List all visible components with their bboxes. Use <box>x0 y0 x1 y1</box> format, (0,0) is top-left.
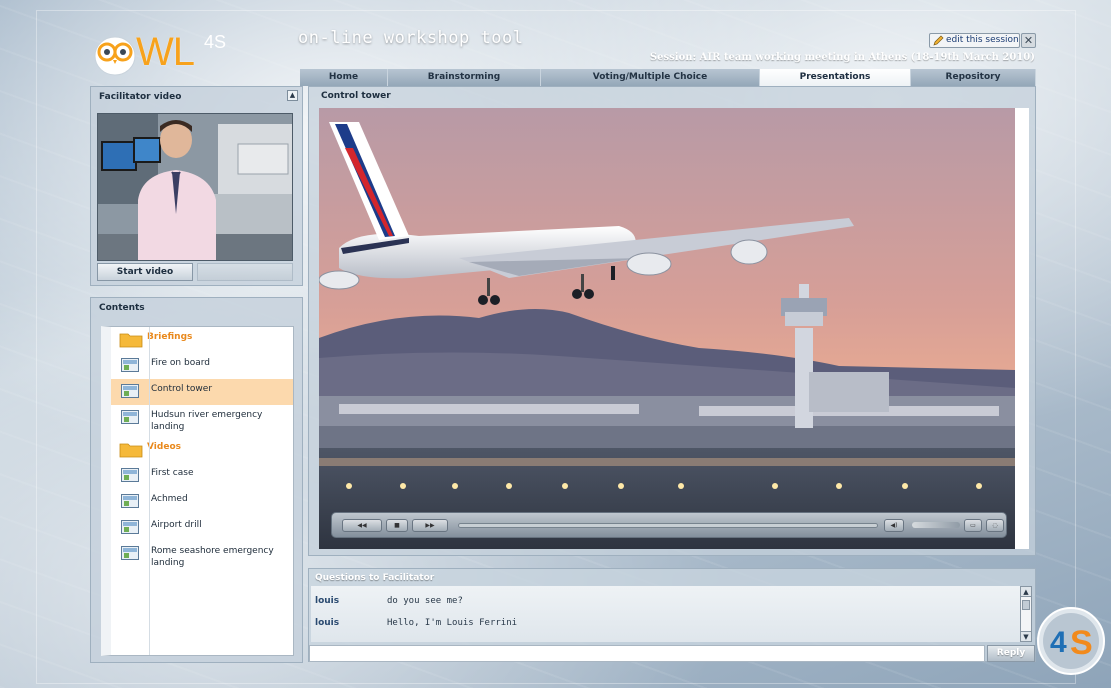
presentation-title: Control tower <box>321 91 391 101</box>
facilitator-video-title: Facilitator video <box>99 92 182 102</box>
folder-icon <box>119 443 143 458</box>
stage-margin <box>1015 108 1029 549</box>
message-user: louis <box>315 618 340 628</box>
list-item-hudsun-river[interactable]: Hudsun river emergency landing <box>111 405 293 437</box>
questions-scrollbar[interactable]: ▲ ▼ <box>1020 586 1032 642</box>
questions-title: Questions to Facilitator <box>315 573 435 583</box>
app-title: on-line workshop tool <box>298 28 524 48</box>
tab-repository[interactable]: Repository <box>911 69 1036 86</box>
contents-list: Briefings Fire on board Control tower Hu… <box>101 326 294 656</box>
rewind-button[interactable]: ◀◀ <box>342 519 382 532</box>
questions-panel: Questions to Facilitator louis do you se… <box>308 568 1036 662</box>
svg-text:S: S <box>1070 624 1093 662</box>
list-item-airport-drill[interactable]: Airport drill <box>111 515 293 541</box>
svg-text:4: 4 <box>1050 626 1067 659</box>
presentation-video[interactable]: ◀◀ ■ ▶▶ ◀) ▭ ◌ <box>319 108 1015 549</box>
collapse-up-icon[interactable]: ▲ <box>287 90 298 101</box>
list-item: louis Hello, I'm Louis Ferrini <box>315 618 517 628</box>
pencil-icon <box>933 35 944 46</box>
logo-subscript: 4S <box>204 32 227 52</box>
volume-slider[interactable] <box>912 522 960 528</box>
edit-session-label: edit this session <box>946 35 1019 45</box>
presentation-icon <box>121 410 139 424</box>
list-item-first-case[interactable]: First case <box>111 463 293 489</box>
app-logo: WL 4S <box>92 28 242 78</box>
list-item-control-tower[interactable]: Control tower <box>111 379 293 405</box>
presentation-icon <box>121 384 139 398</box>
list-item-label: First case <box>151 468 194 478</box>
close-icon[interactable]: ✕ <box>1021 33 1036 48</box>
list-item-label: Achmed <box>151 494 188 504</box>
list-item-label: Control tower <box>151 384 213 394</box>
presentation-icon <box>121 520 139 534</box>
list-item-label: Briefings <box>147 332 193 342</box>
presentation-icon <box>121 358 139 372</box>
stop-button[interactable]: ■ <box>386 519 408 532</box>
list-item-achmed[interactable]: Achmed <box>111 489 293 515</box>
seek-bar[interactable] <box>458 523 878 528</box>
facilitator-video-image <box>98 114 292 260</box>
captions-icon[interactable]: ◌ <box>986 519 1004 532</box>
message-text: do you see me? <box>387 596 463 606</box>
list-item-label: Videos <box>147 442 181 452</box>
tab-brainstorming[interactable]: Brainstorming <box>388 69 541 86</box>
presentation-panel: Control tower ◀◀ ■ ▶▶ ◀) ▭ ◌ <box>308 86 1036 556</box>
volume-icon[interactable]: ◀) <box>884 519 904 532</box>
forward-button[interactable]: ▶▶ <box>412 519 448 532</box>
facilitator-video-panel: Facilitator video ▲ Start video <box>90 86 303 286</box>
presentation-icon <box>121 494 139 508</box>
list-item: louis do you see me? <box>315 596 463 606</box>
message-text: Hello, I'm Louis Ferrini <box>387 618 518 628</box>
4s-badge-logo: 4 S <box>1037 607 1105 675</box>
presentation-icon <box>121 468 139 482</box>
tab-presentations[interactable]: Presentations <box>760 69 911 86</box>
folder-briefings[interactable]: Briefings <box>111 327 293 353</box>
fullscreen-icon[interactable]: ▭ <box>964 519 982 532</box>
session-title: Session: AIR team working meeting in Ath… <box>649 52 1035 63</box>
main-tabs: Home Brainstorming Voting/Multiple Choic… <box>300 69 1036 86</box>
list-item-rome-seashore[interactable]: Rome seashore emergency landing <box>111 541 293 573</box>
stop-video-button[interactable] <box>197 263 293 281</box>
start-video-button[interactable]: Start video <box>97 263 193 281</box>
scroll-down-icon[interactable]: ▼ <box>1021 631 1031 641</box>
airport-scene-image <box>319 108 1015 549</box>
logo-text: WL <box>136 30 195 74</box>
scroll-thumb[interactable] <box>1022 600 1030 610</box>
list-item-label: Fire on board <box>151 358 210 368</box>
contents-title: Contents <box>99 303 145 313</box>
list-item-label: Rome seashore emergency landing <box>151 546 274 568</box>
list-item-label: Airport drill <box>151 520 202 530</box>
contents-panel: Contents Briefings Fire on board Control… <box>90 297 303 663</box>
video-controls: ◀◀ ■ ▶▶ ◀) ▭ ◌ <box>331 512 1007 538</box>
list-item-fire-on-board[interactable]: Fire on board <box>111 353 293 379</box>
questions-list: louis do you see me? louis Hello, I'm Lo… <box>311 586 1021 642</box>
edit-session-button[interactable]: edit this session <box>929 33 1020 48</box>
owl-logo-icon <box>94 36 136 76</box>
list-item-label: Hudsun river emergency landing <box>151 410 263 432</box>
folder-videos[interactable]: Videos <box>111 437 293 463</box>
presentation-icon <box>121 546 139 560</box>
folder-icon <box>119 333 143 348</box>
question-input[interactable] <box>309 645 985 662</box>
facilitator-video <box>97 113 293 261</box>
scroll-up-icon[interactable]: ▲ <box>1021 587 1031 597</box>
reply-button[interactable]: Reply <box>987 645 1035 662</box>
message-user: louis <box>315 596 340 606</box>
tab-home[interactable]: Home <box>300 69 388 86</box>
tab-voting[interactable]: Voting/Multiple Choice <box>541 69 760 86</box>
